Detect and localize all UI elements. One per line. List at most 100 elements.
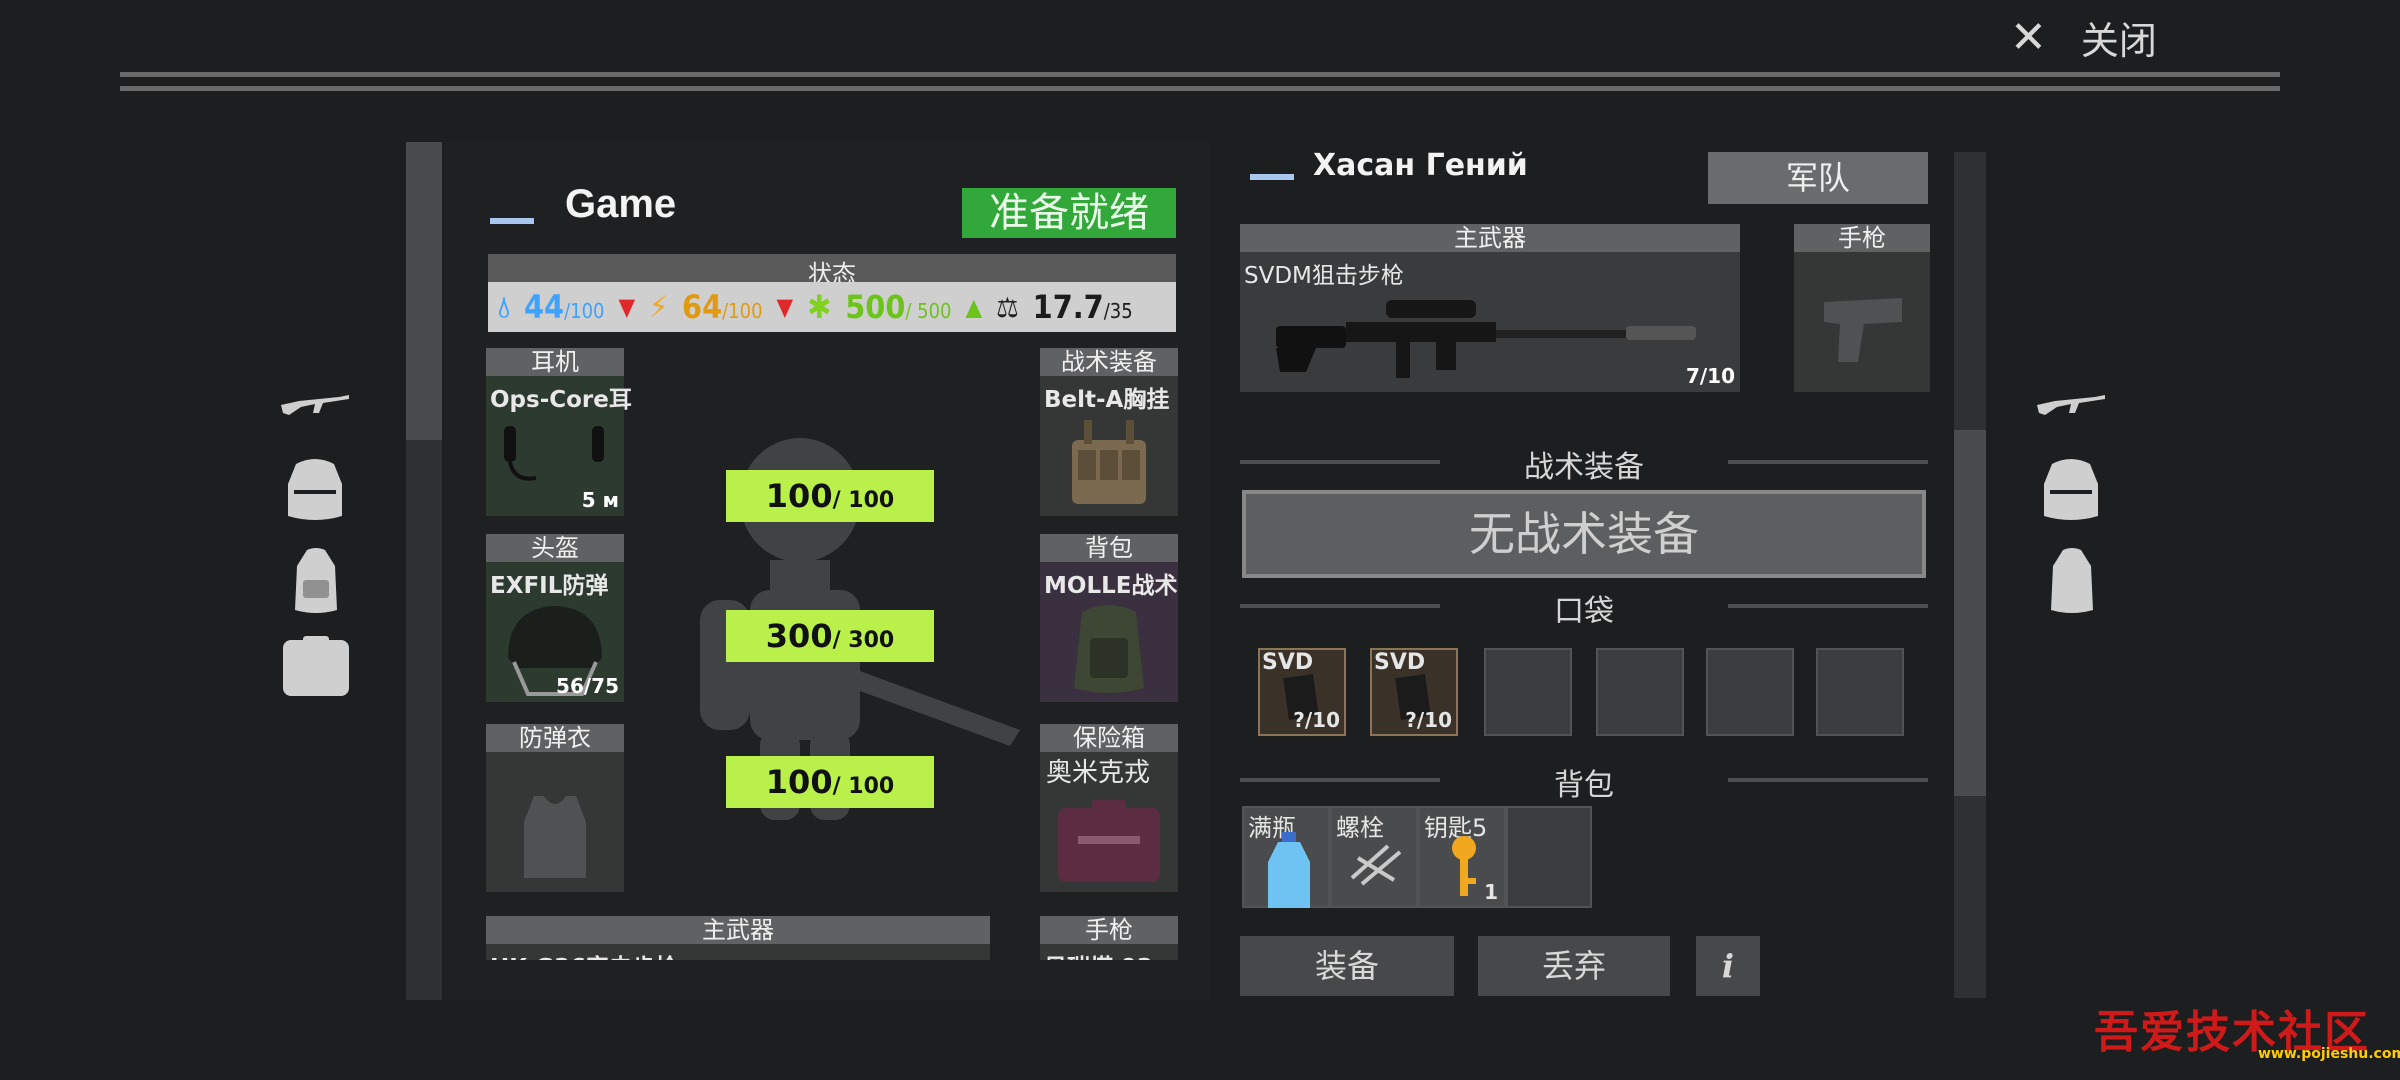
key-icon: [1452, 836, 1476, 896]
right-primary-count: 7/10: [1685, 364, 1735, 388]
safe-tab-icon[interactable]: [280, 634, 352, 700]
earphone-slot[interactable]: 耳机 Ops-Core耳 5 м: [486, 348, 632, 516]
no-tactical-box[interactable]: 无战术装备: [1242, 490, 1926, 578]
close-label: 关闭: [2080, 19, 2157, 63]
pocket-item-count: ?/10: [1293, 708, 1340, 732]
earphone-name: Ops-Core耳: [490, 387, 632, 413]
weight-icon: ⚖: [996, 290, 1019, 324]
body-durability-max: / 300: [832, 628, 895, 653]
section-divider: [1728, 604, 1928, 608]
right-pistol-slot[interactable]: 手枪: [1794, 224, 1930, 392]
backpack-slot[interactable]: [1506, 806, 1592, 908]
backpack-section-title: 背包: [1554, 768, 1614, 803]
left-scrollbar-thumb[interactable]: [406, 142, 442, 440]
headset-icon: [504, 426, 604, 481]
backpack-tab-icon[interactable]: [2038, 544, 2106, 618]
safe-case-icon: [1058, 800, 1160, 882]
helmet-slot[interactable]: 头盔 EXFIL防弹 56/75: [486, 534, 624, 702]
pocket-slot[interactable]: [1706, 648, 1794, 736]
pistol-slot-header: 手枪: [1040, 916, 1178, 944]
watermark-url: www.pojieshu.com: [2258, 1046, 2400, 1062]
helmet-name: EXFIL防弹: [490, 573, 609, 599]
tactical-slot[interactable]: 战术装备 Belt-A胸挂: [1040, 348, 1178, 516]
pocket-slot[interactable]: [1484, 648, 1572, 736]
tactical-section-title: 战术装备: [1524, 450, 1644, 485]
right-pistol-header: 手枪: [1794, 224, 1930, 252]
right-scrollbar-thumb[interactable]: [1954, 430, 1986, 796]
down-arrow-icon: ▼: [776, 293, 794, 321]
backpack-slot[interactable]: 满瓶: [1242, 806, 1330, 908]
pocket-slot[interactable]: SVD ?/10: [1370, 648, 1458, 736]
left-scrollbar[interactable]: [406, 142, 442, 1000]
status-header: 状态: [488, 254, 1176, 288]
leg-durability-value: 100: [765, 763, 833, 801]
rifle-tab-icon[interactable]: [278, 382, 352, 422]
safe-slot[interactable]: 保险箱 奥米克戎: [1040, 724, 1178, 892]
pistol-icon: [1824, 298, 1902, 362]
water-icon: 💧︎: [498, 289, 510, 325]
energy-max: /100: [722, 299, 763, 323]
title-dash: [490, 218, 534, 224]
right-scrollbar[interactable]: [1954, 152, 1986, 998]
pocket-section-title: 口袋: [1554, 594, 1614, 629]
pistol-slot[interactable]: 手枪 贝瑞塔 92: [1040, 916, 1178, 960]
vest-tab-icon[interactable]: [2036, 452, 2106, 526]
leg-durability-max: / 100: [832, 774, 895, 799]
name-dash: [1250, 174, 1294, 180]
close-icon: ✕: [2010, 12, 2047, 63]
health-icon: ✱: [807, 288, 832, 326]
section-divider: [1728, 778, 1928, 782]
primary-weapon-header: 主武器: [486, 916, 990, 944]
armor-slot[interactable]: 防弹衣: [486, 724, 624, 892]
equip-button[interactable]: 装备: [1240, 936, 1454, 996]
sniper-rifle-icon: [1276, 300, 1696, 378]
energy-icon: ⚡︎: [649, 289, 669, 325]
section-divider: [1240, 778, 1440, 782]
vest-tab-icon[interactable]: [280, 452, 350, 526]
water-bottle-icon: [1268, 832, 1310, 908]
health-value: 500: [845, 288, 906, 326]
close-button[interactable]: ✕ 关闭: [2010, 10, 2157, 65]
section-divider: [1240, 460, 1440, 464]
water-value: 44: [524, 288, 565, 326]
up-arrow-icon: ▲: [965, 293, 983, 321]
pistol-name: 贝瑞塔 92: [1044, 948, 1153, 960]
body-durability-bar: 300/ 300: [726, 610, 934, 662]
armor-slot-header: 防弹衣: [486, 724, 624, 752]
header-divider: [120, 72, 2280, 77]
pocket-slot[interactable]: [1816, 648, 1904, 736]
pocket-slot[interactable]: [1596, 648, 1684, 736]
pocket-item-count: ?/10: [1405, 708, 1452, 732]
backpack-slot[interactable]: 钥匙5 1: [1418, 806, 1506, 908]
character-title: Game: [565, 182, 677, 226]
head-durability-max: / 100: [832, 488, 895, 513]
pocket-slot[interactable]: SVD ?/10: [1258, 648, 1346, 736]
info-button[interactable]: i: [1696, 936, 1760, 996]
bolts-icon: [1350, 844, 1402, 886]
backpack-slot[interactable]: 螺栓: [1330, 806, 1418, 908]
backpack-item-count: 1: [1484, 880, 1498, 904]
discard-button[interactable]: 丢弃: [1478, 936, 1670, 996]
body-durability-value: 300: [765, 617, 833, 655]
backpack-tab-icon[interactable]: [282, 544, 350, 618]
backpack-slot-header: 背包: [1040, 534, 1178, 562]
ready-button[interactable]: 准备就绪: [962, 188, 1176, 238]
section-divider: [1728, 460, 1928, 464]
team-button[interactable]: 军队: [1708, 152, 1928, 204]
right-primary-weapon-slot[interactable]: 主武器 SVDM狙击步枪 7/10: [1240, 224, 1740, 392]
status-bar: 💧︎ 44/100 ▼ ⚡︎ 64/100 ▼ ✱ 500/ 500 ▲ ⚖ 1…: [488, 282, 1176, 332]
right-primary-header: 主武器: [1240, 224, 1740, 252]
down-arrow-icon: ▼: [618, 293, 636, 321]
helmet-slot-header: 头盔: [486, 534, 624, 562]
section-divider: [1240, 604, 1440, 608]
head-durability-bar: 100/ 100: [726, 470, 934, 522]
molle-backpack-icon: [1074, 605, 1144, 693]
weight-value: 17.7: [1032, 288, 1104, 326]
primary-weapon-slot[interactable]: 主武器 HK G36突击步枪: [486, 916, 990, 960]
rifle-tab-icon[interactable]: [2034, 382, 2108, 422]
tactical-name: Belt-A胸挂: [1044, 387, 1170, 413]
energy-value: 64: [682, 288, 723, 326]
helmet-count: 56/75: [556, 674, 619, 698]
backpack-name: MOLLE战术: [1044, 573, 1178, 599]
backpack-slot[interactable]: 背包 MOLLE战术: [1040, 534, 1178, 702]
